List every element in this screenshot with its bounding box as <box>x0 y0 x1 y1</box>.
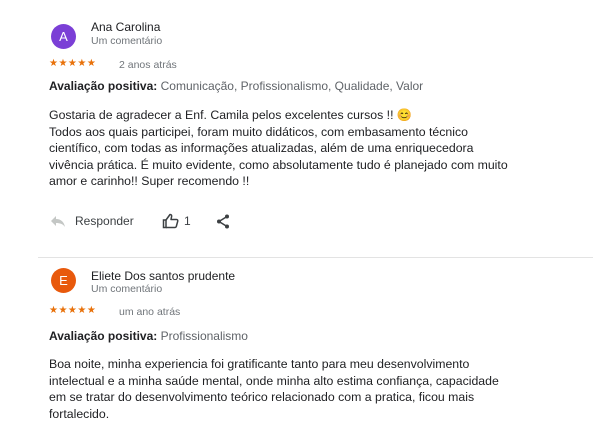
positive-attributes: Avaliação positiva: Profissionalismo <box>49 329 248 343</box>
like-count: 1 <box>184 214 191 228</box>
review-time: 2 anos atrás <box>119 59 177 71</box>
attributes-label: Avaliação positiva: <box>49 329 158 343</box>
rating-stars: ★★★★★ <box>49 305 97 316</box>
review-text: Boa noite, minha experiencia foi gratifi… <box>49 356 569 422</box>
reviewer-subtitle: Um comentário <box>91 35 163 47</box>
reviewer-name[interactable]: Eliete Dos santos prudente <box>91 269 235 283</box>
attributes-values: Comunicação, Profissionalismo, Qualidade… <box>160 79 424 93</box>
thumbs-up-icon <box>162 213 179 229</box>
review-text-line: científico, com todas as informações atu… <box>49 141 474 155</box>
review-card: E Eliete Dos santos prudente Um comentár… <box>0 259 600 448</box>
review-actions: Responder 1 <box>49 213 309 233</box>
review-text-line: Gostaria de agradecer a Enf. Camila pelo… <box>49 108 413 122</box>
review-text-line: intelectual e a minha saúde mental, onde… <box>49 373 499 388</box>
review-text: Gostaria de agradecer a Enf. Camila pelo… <box>49 107 569 190</box>
reviewer-subtitle: Um comentário <box>91 283 163 295</box>
attributes-label: Avaliação positiva: <box>49 79 158 93</box>
avatar[interactable]: E <box>51 268 76 293</box>
reviewer-name[interactable]: Ana Carolina <box>91 20 160 34</box>
like-button[interactable]: 1 <box>162 213 191 229</box>
review-time: um ano atrás <box>119 306 181 318</box>
reply-button[interactable]: Responder <box>49 213 134 229</box>
share-icon <box>216 214 230 229</box>
review-text-line: Boa noite, minha experiencia foi gratifi… <box>49 357 470 371</box>
reply-label: Responder <box>75 214 134 228</box>
review-text-line: fortalecido. <box>49 406 110 421</box>
reply-icon <box>49 213 67 229</box>
review-text-line: vivência prática. É muito evidente, como… <box>49 157 508 172</box>
avatar[interactable]: A <box>51 24 76 49</box>
rating-stars: ★★★★★ <box>49 58 97 69</box>
attributes-values: Profissionalismo <box>160 329 248 343</box>
positive-attributes: Avaliação positiva: Comunicação, Profiss… <box>49 79 423 93</box>
review-divider <box>38 257 593 258</box>
review-text-line: em se tratar do desenvolvimento teórico … <box>49 390 475 404</box>
review-card: A Ana Carolina Um comentário ★★★★★ 2 ano… <box>0 0 600 258</box>
review-text-line: Todos aos quais participei, foram muito … <box>49 124 468 139</box>
review-text-line: amor e carinho!! Super recomendo !! <box>49 174 250 188</box>
share-button[interactable] <box>216 214 230 229</box>
